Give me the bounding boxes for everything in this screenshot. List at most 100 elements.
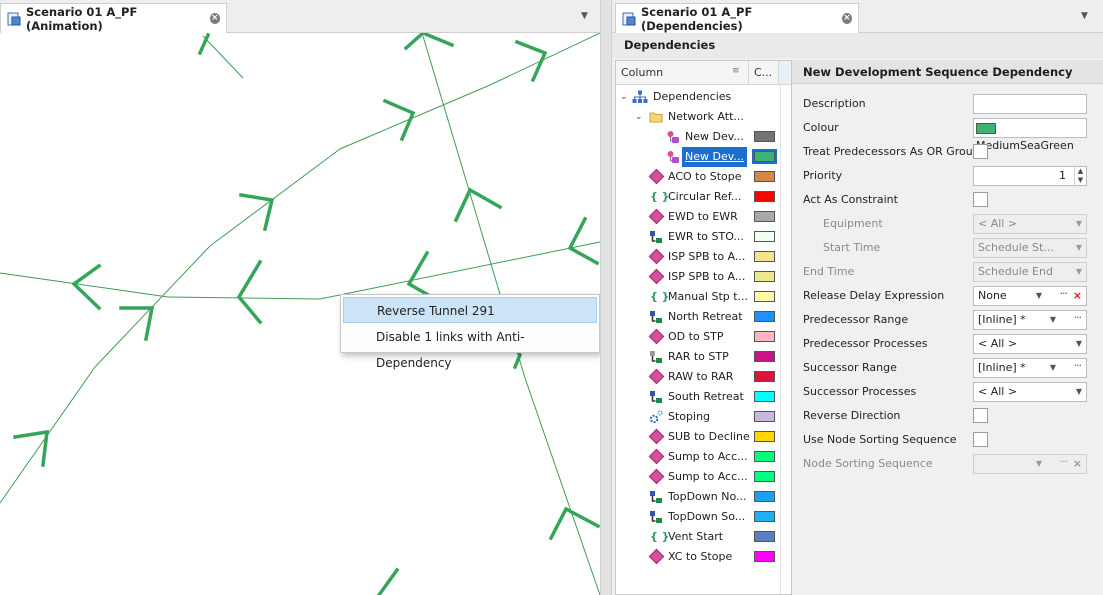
tree-row-label: South Retreat	[668, 390, 744, 403]
tab-dependencies[interactable]: Scenario 01 A_PF (Dependencies) ×	[615, 3, 859, 33]
chevron-down-icon[interactable]: ▼	[1076, 335, 1082, 353]
chevron-down-icon[interactable]: ▼	[1050, 311, 1056, 329]
expression-editor[interactable]: [Inline] * ▼ ···	[973, 358, 1087, 378]
tree-row[interactable]: XC to Stope	[616, 547, 792, 567]
description-input[interactable]	[973, 94, 1087, 114]
tree-row[interactable]: { } Circular Ref...	[616, 187, 792, 207]
tree-row[interactable]: EWD to EWR	[616, 207, 792, 227]
property-label: Node Sorting Sequence	[803, 457, 933, 470]
expression-editor: ▼ ··· ×	[973, 454, 1087, 474]
colour-swatch	[752, 149, 777, 164]
chevron-down-icon[interactable]: ▼	[1076, 215, 1082, 233]
tab-menu-chevron-down-icon[interactable]: ▼	[1081, 11, 1088, 21]
colour-picker[interactable]: MediumSeaGreen	[973, 118, 1087, 152]
column-header-colour[interactable]: C...	[748, 61, 778, 84]
property-value: < All >	[978, 385, 1018, 398]
spin-arrows-icon[interactable]: ▲ ▼	[1074, 167, 1086, 185]
pane-splitter[interactable]	[600, 0, 612, 595]
tree-row[interactable]: North Retreat	[616, 307, 792, 327]
expand-chevron-icon[interactable]: ⌄	[635, 107, 643, 127]
diamond-icon	[648, 168, 665, 185]
tree-row[interactable]: ⌄ Dependencies	[616, 87, 792, 107]
ellipsis-icon[interactable]: ···	[1060, 453, 1068, 471]
property-label: Successor Processes	[803, 385, 917, 398]
tunnel-segment[interactable]	[319, 241, 600, 300]
ellipsis-icon[interactable]: ···	[1074, 357, 1082, 375]
tree-row[interactable]: { } Manual Stp t...	[616, 287, 792, 307]
close-icon[interactable]: ×	[209, 13, 220, 24]
chevron-down-icon[interactable]: ▼	[1050, 359, 1056, 377]
chevron-down-icon[interactable]: ▼	[1076, 239, 1082, 257]
diamond-icon	[648, 268, 665, 285]
ellipsis-icon[interactable]: ···	[1074, 309, 1082, 327]
property-label: Start Time	[823, 241, 881, 254]
tree-row[interactable]: OD to STP	[616, 327, 792, 347]
expand-chevron-icon[interactable]: ⌄	[620, 87, 628, 107]
colour-swatch	[754, 251, 775, 262]
tree-row[interactable]: South Retreat	[616, 387, 792, 407]
colour-swatch	[754, 511, 775, 522]
property-dropdown[interactable]: < All > ▼	[973, 382, 1087, 402]
column-header-column[interactable]: Column	[616, 61, 747, 84]
tree-row[interactable]: ISP SPB to A...	[616, 267, 792, 287]
tab-menu-chevron-down-icon[interactable]: ▼	[581, 11, 588, 21]
tunnel-segment[interactable]	[339, 84, 491, 150]
ellipsis-icon[interactable]: ···	[1060, 285, 1068, 303]
property-checkbox[interactable]	[973, 144, 988, 159]
tunnel-segment[interactable]	[524, 377, 600, 595]
tree-row[interactable]: ⌄ Network Att...	[616, 107, 792, 127]
tree-row-label: ISP SPB to A...	[668, 270, 746, 283]
dependency-tree[interactable]: Column ≡ C... ⌄ Dependencies ⌄ Network Att.…	[615, 60, 793, 595]
chevron-down-icon[interactable]: ▼	[1076, 263, 1082, 281]
property-dropdown[interactable]: < All > ▼	[973, 334, 1087, 354]
tunnel-segment[interactable]	[489, 33, 600, 86]
clear-icon[interactable]: ×	[1073, 287, 1082, 305]
colour-swatch	[754, 431, 775, 442]
tree-row[interactable]: New Dev...	[616, 127, 792, 147]
property-grid-title: New Development Sequence Dependency	[792, 60, 1103, 84]
tree-row[interactable]: Sump to Acc...	[616, 467, 792, 487]
close-icon[interactable]: ×	[841, 13, 852, 24]
colour-swatch	[754, 551, 775, 562]
priority-spinner[interactable]: 1 ▲ ▼	[973, 166, 1087, 186]
chevron-down-icon[interactable]: ▼	[1036, 455, 1042, 473]
chevron-down-icon[interactable]: ▼	[1036, 287, 1042, 305]
tree-row[interactable]: Sump to Acc...	[616, 447, 792, 467]
tunnel-segment[interactable]	[209, 148, 341, 247]
tree-row[interactable]: ISP SPB to A...	[616, 247, 792, 267]
clear-icon[interactable]: ×	[1073, 455, 1082, 473]
tree-row-label: Circular Ref...	[668, 190, 742, 203]
property-checkbox[interactable]	[973, 408, 988, 423]
tree-row-label: Dependencies	[653, 90, 732, 103]
tree-row[interactable]: New Dev...	[616, 147, 792, 167]
property-value: None	[978, 289, 1007, 302]
tree-row[interactable]: RAW to RAR	[616, 367, 792, 387]
tree-row[interactable]: SUB to Decline	[616, 427, 792, 447]
colour-swatch	[754, 351, 775, 362]
tunnel-segment[interactable]	[167, 296, 321, 300]
tree-row[interactable]: EWR to STO...	[616, 227, 792, 247]
tree-row[interactable]: { } Vent Start	[616, 527, 792, 547]
tab-animation-label: Scenario 01 A_PF (Animation)	[26, 4, 138, 33]
expression-editor[interactable]: [Inline] * ▼ ···	[973, 310, 1087, 330]
tree-row[interactable]: RAR to STP	[616, 347, 792, 367]
tree-row[interactable]: ACO to Stope	[616, 167, 792, 187]
menu-item-reverse-tunnel[interactable]: Reverse Tunnel 291	[343, 297, 597, 323]
tree-row-label: Network Att...	[668, 110, 744, 123]
tunnel-segment[interactable]	[202, 35, 244, 79]
direction-arrow-icon	[567, 216, 600, 266]
expression-editor[interactable]: None ▼ ··· ×	[973, 286, 1087, 306]
tree-row[interactable]: TopDown No...	[616, 487, 792, 507]
property-label: Reverse Direction	[803, 409, 901, 422]
tree-row[interactable]: TopDown So...	[616, 507, 792, 527]
property-checkbox[interactable]	[973, 192, 988, 207]
tree-row[interactable]: Stoping	[616, 407, 792, 427]
chevron-down-icon[interactable]: ▼	[1076, 383, 1082, 401]
tab-animation[interactable]: Scenario 01 A_PF (Animation) ×	[0, 3, 227, 33]
colour-swatch	[754, 391, 775, 402]
menu-item-disable-anti-dependency[interactable]: Disable 1 links with Anti-Dependency	[343, 324, 597, 370]
link-node-icon	[649, 310, 663, 324]
property-checkbox[interactable]	[973, 432, 988, 447]
tree-row-label: RAW to RAR	[668, 370, 734, 383]
column-filter-icon[interactable]: ≡	[732, 66, 740, 76]
